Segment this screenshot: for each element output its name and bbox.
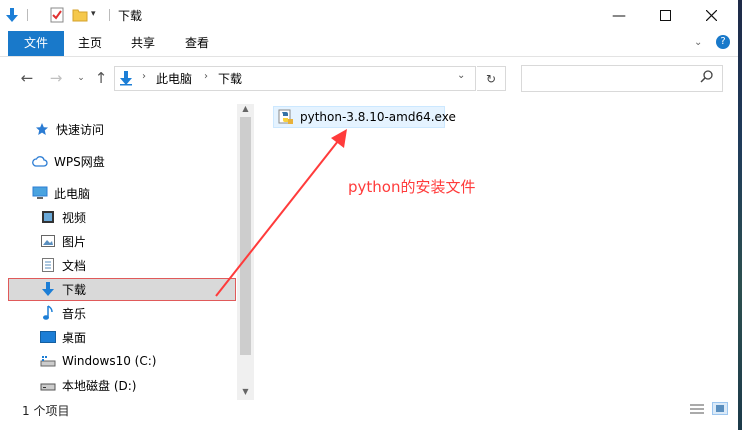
details-view-icon[interactable] xyxy=(689,403,705,418)
window-edge xyxy=(738,0,742,430)
annotation-arrow xyxy=(215,129,347,297)
annotation-label: python的安装文件 xyxy=(348,178,476,196)
large-icons-view-icon[interactable] xyxy=(712,402,728,415)
status-item-count: 1 个项目 xyxy=(22,404,70,418)
